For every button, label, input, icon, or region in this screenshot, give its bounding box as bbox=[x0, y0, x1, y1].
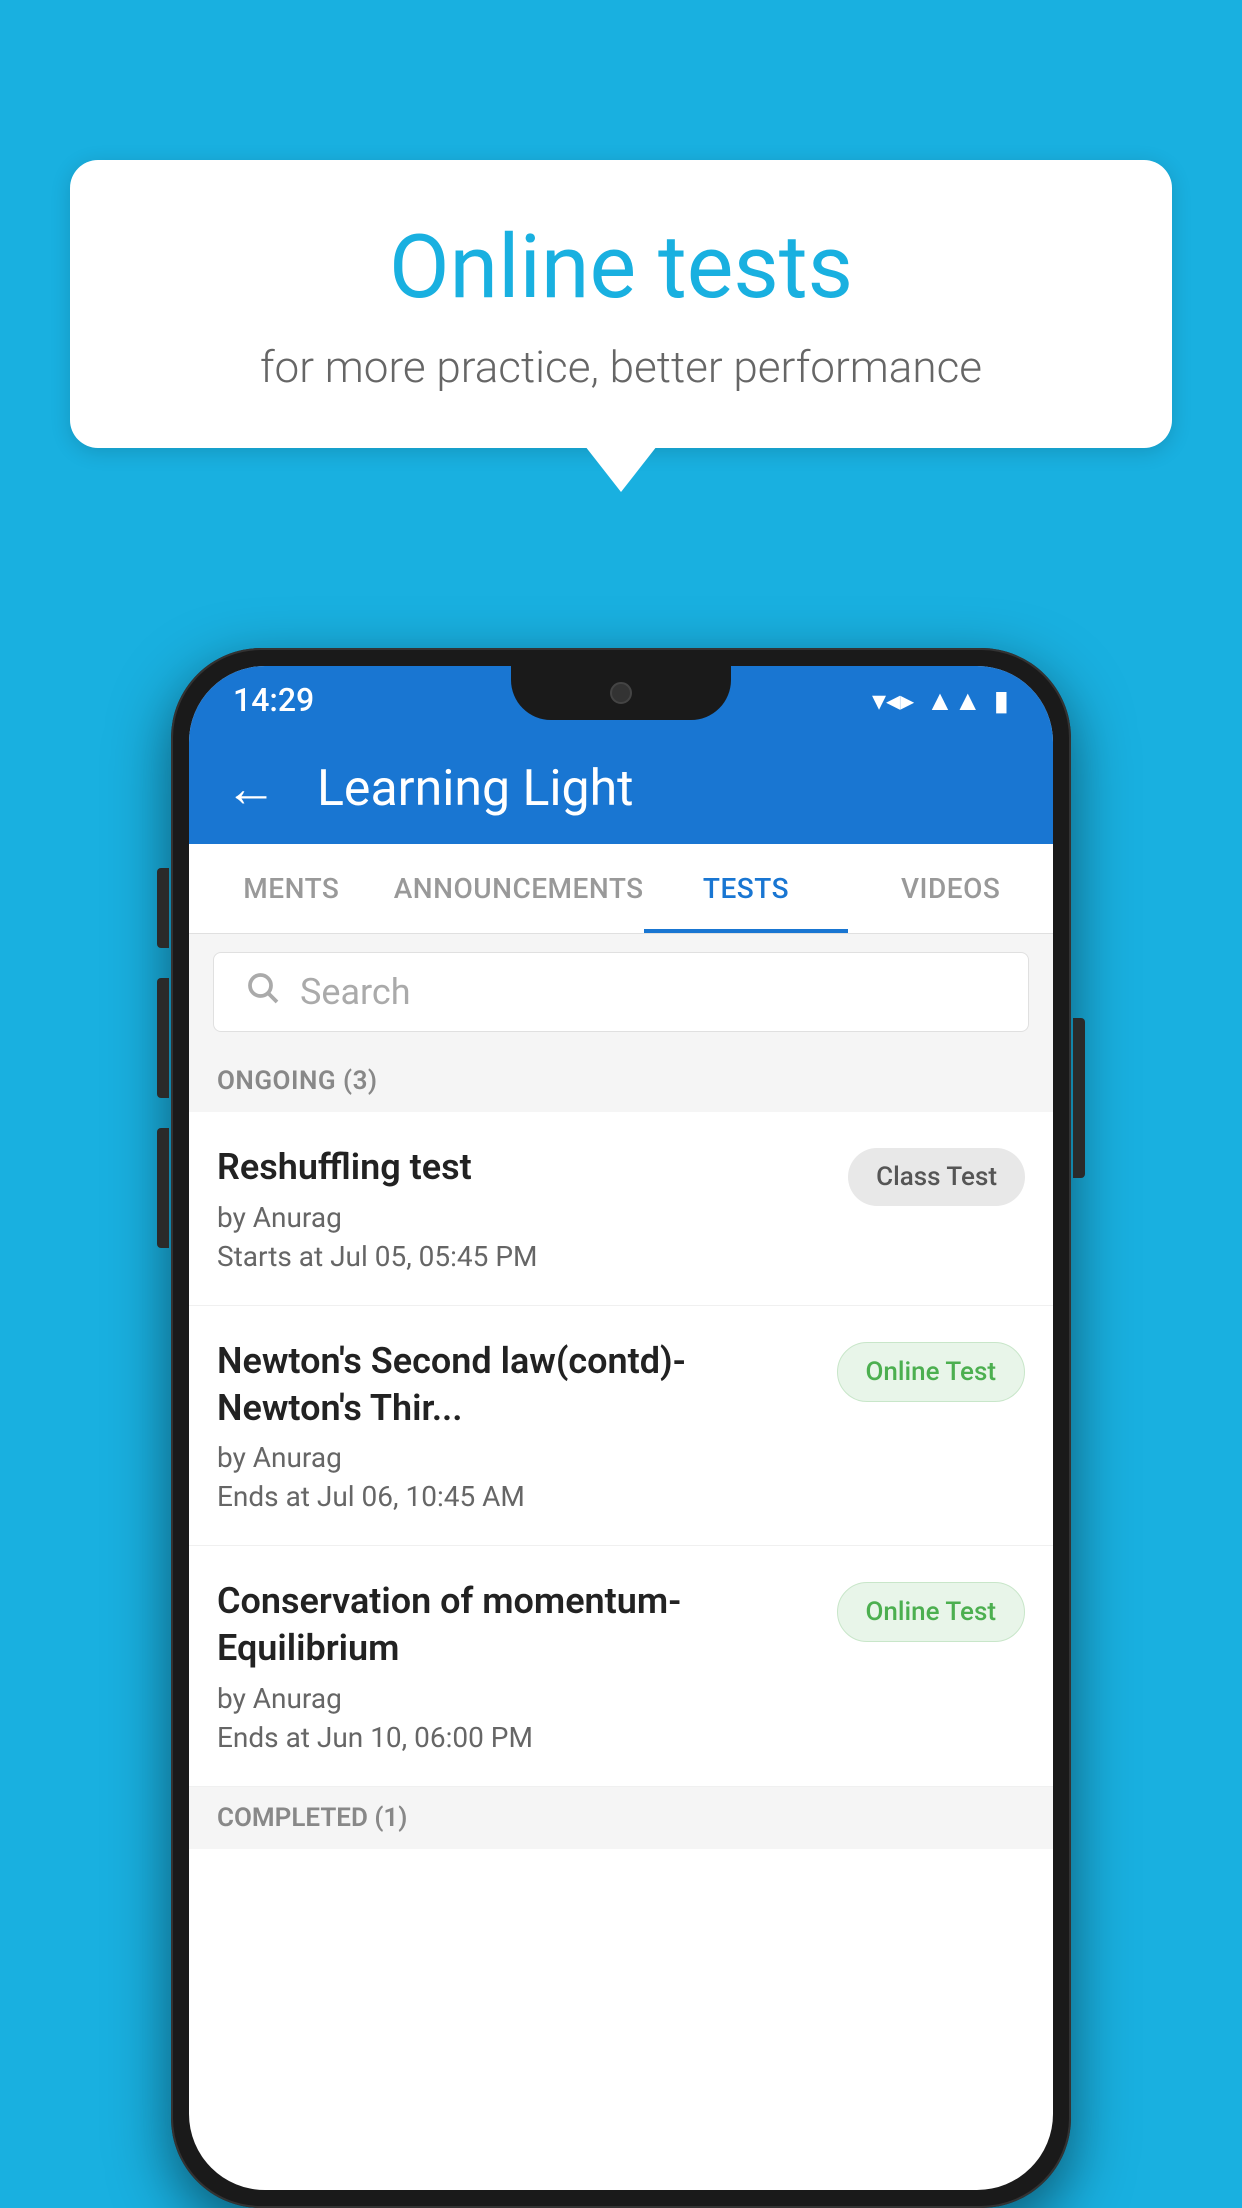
bubble-title: Online tests bbox=[150, 220, 1092, 317]
test-item-3[interactable]: Conservation of momentum-Equilibrium by … bbox=[189, 1546, 1053, 1787]
test-badge-1: Class Test bbox=[848, 1148, 1025, 1206]
app-title: Learning Light bbox=[317, 760, 634, 818]
test-badge-3: Online Test bbox=[837, 1582, 1026, 1642]
battery-icon: ▮ bbox=[994, 684, 1009, 717]
side-button-power bbox=[157, 868, 169, 948]
ongoing-section-header: ONGOING (3) bbox=[189, 1050, 1053, 1112]
phone-screen: 14:29 ▾◂▸ ▲▲ ▮ ← Learning Light MENTS AN… bbox=[189, 666, 1053, 2190]
test-info-1: Reshuffling test by Anurag Starts at Jul… bbox=[217, 1144, 828, 1273]
search-icon bbox=[244, 969, 280, 1015]
phone-mockup: 14:29 ▾◂▸ ▲▲ ▮ ← Learning Light MENTS AN… bbox=[171, 648, 1071, 2208]
status-icons: ▾◂▸ ▲▲ ▮ bbox=[872, 684, 1009, 717]
test-author-1: by Anurag bbox=[217, 1201, 828, 1234]
camera-dot bbox=[610, 682, 632, 704]
tests-list: Reshuffling test by Anurag Starts at Jul… bbox=[189, 1112, 1053, 1787]
tab-ments[interactable]: MENTS bbox=[189, 844, 394, 933]
search-box[interactable]: Search bbox=[213, 952, 1029, 1032]
side-button-vol-down bbox=[157, 1128, 169, 1248]
bubble-subtitle: for more practice, better performance bbox=[150, 341, 1092, 393]
completed-label: COMPLETED (1) bbox=[217, 1803, 407, 1833]
test-title-2: Newton's Second law(contd)-Newton's Thir… bbox=[217, 1338, 817, 1432]
phone-notch bbox=[511, 666, 731, 720]
speech-bubble-container: Online tests for more practice, better p… bbox=[70, 160, 1172, 448]
test-item-2[interactable]: Newton's Second law(contd)-Newton's Thir… bbox=[189, 1306, 1053, 1547]
ongoing-label: ONGOING (3) bbox=[217, 1066, 378, 1096]
tab-videos[interactable]: VIDEOS bbox=[848, 844, 1053, 933]
signal-icon: ▲▲ bbox=[926, 684, 981, 717]
side-button-right bbox=[1073, 1018, 1085, 1178]
search-placeholder: Search bbox=[300, 971, 411, 1013]
test-info-3: Conservation of momentum-Equilibrium by … bbox=[217, 1578, 817, 1754]
phone-outer: 14:29 ▾◂▸ ▲▲ ▮ ← Learning Light MENTS AN… bbox=[171, 648, 1071, 2208]
app-header: ← Learning Light bbox=[189, 734, 1053, 844]
tabs-bar: MENTS ANNOUNCEMENTS TESTS VIDEOS bbox=[189, 844, 1053, 934]
tab-announcements[interactable]: ANNOUNCEMENTS bbox=[394, 844, 644, 933]
test-date-2: Ends at Jul 06, 10:45 AM bbox=[217, 1480, 817, 1513]
test-author-3: by Anurag bbox=[217, 1682, 817, 1715]
speech-bubble: Online tests for more practice, better p… bbox=[70, 160, 1172, 448]
back-button[interactable]: ← bbox=[225, 763, 277, 815]
test-title-1: Reshuffling test bbox=[217, 1144, 828, 1191]
test-info-2: Newton's Second law(contd)-Newton's Thir… bbox=[217, 1338, 817, 1514]
completed-section-header: COMPLETED (1) bbox=[189, 1787, 1053, 1849]
test-title-3: Conservation of momentum-Equilibrium bbox=[217, 1578, 817, 1672]
wifi-icon: ▾◂▸ bbox=[872, 684, 914, 717]
tab-tests[interactable]: TESTS bbox=[644, 844, 849, 933]
test-date-1: Starts at Jul 05, 05:45 PM bbox=[217, 1240, 828, 1273]
status-time: 14:29 bbox=[233, 681, 314, 719]
test-item-1[interactable]: Reshuffling test by Anurag Starts at Jul… bbox=[189, 1112, 1053, 1306]
test-date-3: Ends at Jun 10, 06:00 PM bbox=[217, 1721, 817, 1754]
side-button-vol-up bbox=[157, 978, 169, 1098]
test-badge-2: Online Test bbox=[837, 1342, 1026, 1402]
search-container: Search bbox=[189, 934, 1053, 1050]
test-author-2: by Anurag bbox=[217, 1441, 817, 1474]
